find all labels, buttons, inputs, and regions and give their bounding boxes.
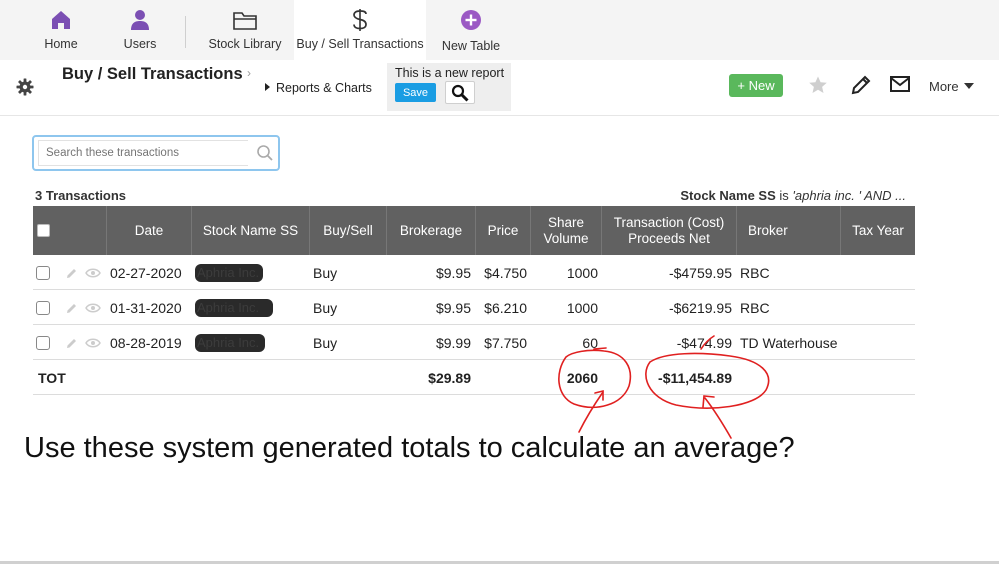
handwritten-annotation <box>558 335 770 439</box>
annotation-question: Use these system generated totals to cal… <box>24 432 795 464</box>
